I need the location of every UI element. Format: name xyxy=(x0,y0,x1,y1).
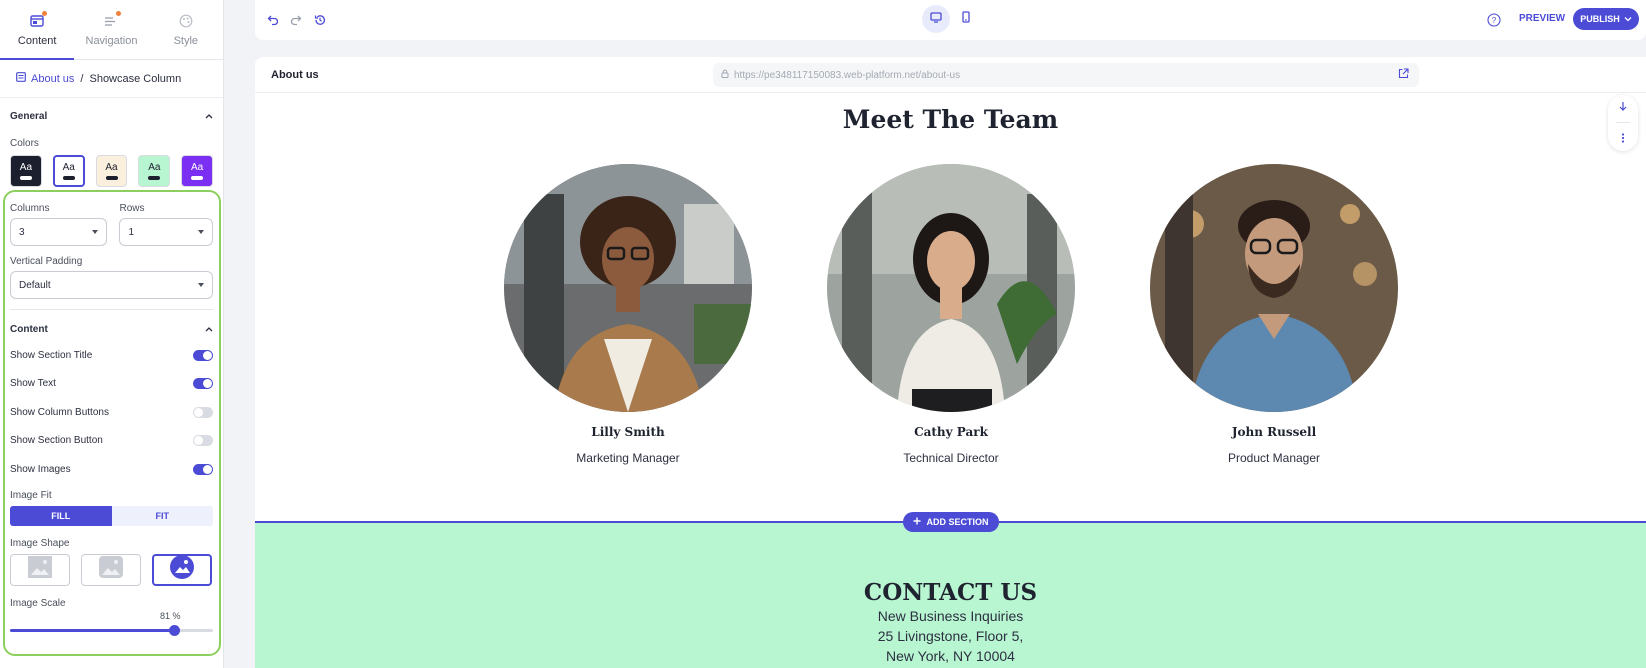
external-link-icon[interactable] xyxy=(1398,68,1409,82)
section-floating-tools xyxy=(1608,95,1638,151)
swatch-button-sample xyxy=(191,176,204,180)
publish-label: PUBLISH xyxy=(1580,14,1620,24)
redo-icon[interactable] xyxy=(287,11,305,29)
tools-divider xyxy=(1616,122,1630,124)
general-section-title: General xyxy=(10,111,48,122)
undo-icon[interactable] xyxy=(264,11,282,29)
page-url: https://pe348117150083.web-platform.net/… xyxy=(734,69,961,81)
add-section-button[interactable]: ADD SECTION xyxy=(903,512,999,532)
plus-icon xyxy=(913,517,921,527)
team-member-card[interactable]: John Russell Product Manager xyxy=(1150,164,1398,465)
lock-icon xyxy=(721,69,729,81)
tab-navigation-label: Navigation xyxy=(85,34,138,47)
tab-style[interactable]: Style xyxy=(149,0,223,59)
tab-content[interactable]: Content xyxy=(0,0,75,60)
color-swatch[interactable]: Aa xyxy=(138,155,171,187)
arrow-down-icon[interactable] xyxy=(1618,98,1628,116)
editor-toolbar: ? PREVIEW PUBLISH xyxy=(255,0,1646,40)
contact-line: 25 Livingstone, Floor 5, xyxy=(877,628,1024,644)
swatch-button-sample xyxy=(62,176,75,180)
url-field[interactable]: https://pe348117150083.web-platform.net/… xyxy=(713,63,1419,87)
member-photo[interactable] xyxy=(504,164,752,412)
svg-text:?: ? xyxy=(1492,16,1497,25)
colors-label: Colors xyxy=(10,138,39,149)
swatch-text: Aa xyxy=(62,162,75,173)
swatch-text: Aa xyxy=(190,162,204,173)
general-section-header[interactable]: General xyxy=(0,111,223,122)
publish-button[interactable]: PUBLISH xyxy=(1573,8,1639,30)
desktop-icon xyxy=(930,10,942,28)
palette-icon xyxy=(177,13,195,29)
color-swatch[interactable]: Aa xyxy=(181,155,213,187)
toggle-switch[interactable] xyxy=(193,349,213,361)
highlight-frame xyxy=(3,190,221,656)
swatch-text: Aa xyxy=(148,162,161,173)
member-name: Lilly Smith xyxy=(591,425,665,439)
chevron-down-icon xyxy=(1624,14,1632,24)
contact-line: New York, NY 10004 xyxy=(886,648,1015,664)
page-name: About us xyxy=(271,68,319,81)
swatch-text: Aa xyxy=(105,162,118,173)
swatch-button-sample xyxy=(19,176,32,180)
page-icon xyxy=(16,72,26,85)
slider-fill xyxy=(10,628,175,632)
tab-style-label: Style xyxy=(173,34,199,47)
contact-line: New Business Inquiries xyxy=(877,608,1024,624)
more-vertical-icon[interactable] xyxy=(1621,130,1625,148)
section-title[interactable]: Meet The Team xyxy=(255,105,1646,134)
toggle-switch[interactable] xyxy=(193,463,213,475)
member-name: John Russell xyxy=(1231,425,1317,439)
desktop-view-button[interactable] xyxy=(922,5,950,33)
toggle-switch[interactable] xyxy=(193,406,213,418)
toggle-switch[interactable] xyxy=(193,378,213,390)
notification-dot xyxy=(42,10,48,16)
preview-button[interactable]: PREVIEW xyxy=(1519,13,1565,24)
help-icon[interactable]: ? xyxy=(1485,11,1503,29)
history-icon[interactable] xyxy=(311,11,329,29)
color-swatch[interactable]: Aa xyxy=(10,155,42,187)
breadcrumb: About us / Showcase Column xyxy=(0,60,223,98)
swatch-button-sample xyxy=(105,176,118,180)
member-role: Technical Director xyxy=(903,451,999,465)
team-member-card[interactable]: Lilly Smith Marketing Manager xyxy=(504,164,752,465)
menu-list-icon xyxy=(102,10,122,29)
slider-thumb[interactable] xyxy=(169,624,181,636)
color-swatches: Aa Aa Aa Aa Aa xyxy=(0,155,223,187)
color-swatch[interactable]: Aa xyxy=(52,155,85,187)
member-photo[interactable] xyxy=(1150,164,1398,412)
mobile-icon xyxy=(962,10,970,28)
swatch-text: Aa xyxy=(19,162,33,173)
breadcrumb-separator: / xyxy=(80,72,84,85)
contact-title: CONTACT US xyxy=(863,579,1038,606)
tab-navigation[interactable]: Navigation xyxy=(74,0,148,59)
tab-content-label: Content xyxy=(17,34,57,47)
color-swatch[interactable]: Aa xyxy=(95,155,128,187)
breadcrumb-parent-link[interactable]: About us xyxy=(16,72,74,85)
toggle-switch[interactable] xyxy=(193,435,213,447)
notification-dot xyxy=(116,10,122,16)
swatch-button-sample xyxy=(148,176,161,180)
member-role: Product Manager xyxy=(1227,451,1321,465)
contact-section[interactable]: CONTACT US New Business Inquiries 25 Liv… xyxy=(255,523,1646,668)
chevron-up-icon xyxy=(205,111,213,122)
page-url-bar: About us https://pe348117150083.web-plat… xyxy=(255,57,1646,93)
breadcrumb-parent-label: About us xyxy=(31,72,75,85)
mobile-view-button[interactable] xyxy=(952,5,980,33)
team-member-card[interactable]: Cathy Park Technical Director xyxy=(827,164,1075,465)
page-canvas: About us https://pe348117150083.web-plat… xyxy=(255,57,1646,668)
member-role: Marketing Manager xyxy=(576,451,680,465)
member-name: Cathy Park xyxy=(914,425,988,439)
member-photo[interactable] xyxy=(827,164,1075,412)
breadcrumb-current: Showcase Column xyxy=(89,72,182,85)
add-section-label: ADD SECTION xyxy=(926,517,989,527)
sidebar-tabs: Content Navigation Style xyxy=(0,0,223,60)
layout-icon xyxy=(28,10,48,29)
image-scale-slider[interactable] xyxy=(10,623,213,637)
settings-sidebar: Content Navigation Style About us / Show… xyxy=(0,0,224,668)
